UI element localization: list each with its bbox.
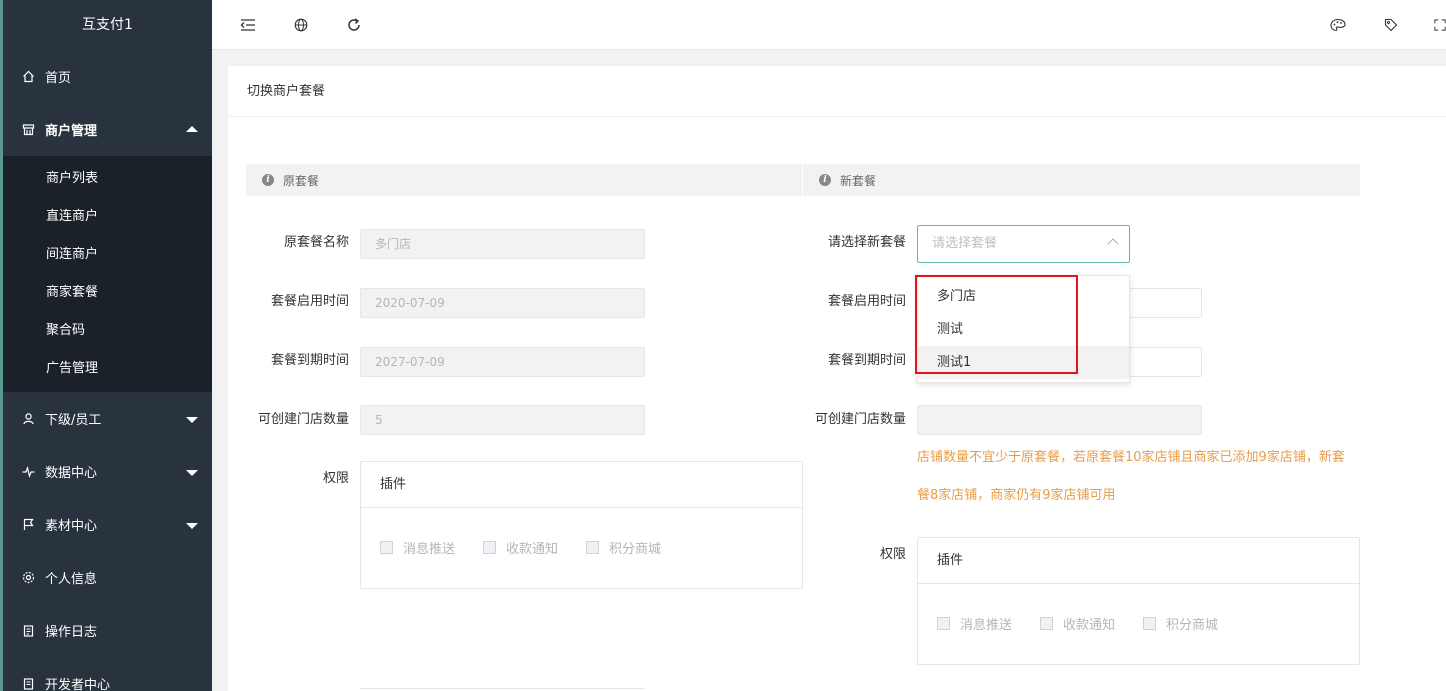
- sidebar-item-ad-management[interactable]: 广告管理: [3, 350, 212, 388]
- card-title: 切换商户套餐: [228, 66, 1446, 117]
- sidebar-item-developer-center[interactable]: 开发者中心: [3, 657, 212, 691]
- user-icon: [21, 412, 35, 426]
- new-plan-start-label: 套餐启用时间: [827, 294, 906, 309]
- stores-tip-line-1: 店铺数量不宜少于原套餐，若原套餐10家店铺且商家已添加9家店铺，新套: [917, 450, 1345, 465]
- checkbox-box[interactable]: [1040, 617, 1054, 630]
- plugin-list: 消息推送 收款通知 积分商城: [918, 584, 1359, 633]
- collapse-menu-icon[interactable]: [239, 16, 257, 34]
- sidebar-item-direct-merchant[interactable]: 直连商户: [3, 198, 212, 236]
- checkbox-label: 消息推送: [960, 618, 1013, 633]
- sidebar-item-label: 首页: [45, 71, 72, 86]
- sidebar-item-data-center[interactable]: 数据中心: [3, 445, 212, 498]
- sidebar-item-merchant-management[interactable]: 商户管理: [3, 103, 212, 156]
- top-bar: [212, 0, 1446, 50]
- chevron-down-icon: [186, 469, 198, 476]
- chevron-down-icon: [186, 416, 198, 423]
- checkbox-points-mall[interactable]: 积分商城: [1143, 614, 1218, 633]
- info-icon: i: [262, 174, 274, 186]
- submenu-merchant: 商户列表 直连商户 间连商户 商家套餐 聚合码 广告管理: [3, 156, 212, 392]
- old-plan-stores-field: 5: [360, 405, 645, 435]
- plugin-header: 插件: [361, 462, 802, 508]
- sidebar-item-label: 操作日志: [45, 625, 98, 640]
- stores-tip-line-2: 餐8家店铺，商家仍有9家店铺可用: [917, 488, 1116, 503]
- section-title: 原套餐: [283, 173, 320, 188]
- old-plan-start-label: 套餐启用时间: [270, 294, 349, 309]
- new-plan-stores-field[interactable]: [917, 405, 1202, 435]
- plugin-header: 插件: [918, 538, 1359, 584]
- checkbox-points-mall: 积分商城: [586, 538, 661, 557]
- new-plan-select-label: 请选择新套餐: [827, 235, 906, 250]
- app-title: 互支付1: [82, 17, 133, 33]
- sidebar: 互支付1 首页 商户管理 商户列表 直连商户 间连商户 商家套餐 聚合码 广告管…: [0, 0, 212, 691]
- tag-icon[interactable]: [1382, 16, 1400, 34]
- gear-icon: [21, 571, 35, 585]
- annotation-highlight-box: [915, 275, 1078, 374]
- checkbox-box: [380, 541, 393, 554]
- new-plan-section-header: i 新套餐: [803, 164, 1360, 196]
- sidebar-item-merchant-list[interactable]: 商户列表: [3, 160, 212, 198]
- chevron-up-icon: [1107, 238, 1119, 250]
- new-plan-select[interactable]: 请选择套餐: [917, 225, 1130, 263]
- sidebar-item-operation-log[interactable]: 操作日志: [3, 604, 212, 657]
- clipboard-icon: [21, 624, 35, 638]
- checkbox-label: 消息推送: [403, 542, 456, 557]
- section-title: 新套餐: [840, 173, 877, 188]
- old-plan-name-label: 原套餐名称: [283, 235, 349, 250]
- checkbox-message-push[interactable]: 消息推送: [937, 614, 1012, 633]
- checkbox-label: 收款通知: [1063, 618, 1116, 633]
- checkbox-label: 积分商城: [1166, 618, 1219, 633]
- sidebar-item-staff[interactable]: 下级/员工: [3, 392, 212, 445]
- sidebar-item-label: 下级/员工: [45, 413, 102, 428]
- new-plan-stores-label: 可创建门店数量: [814, 412, 906, 427]
- sidebar-item-label: 开发者中心: [45, 678, 111, 691]
- theme-palette-icon[interactable]: [1329, 16, 1347, 34]
- shop-icon: [21, 123, 35, 137]
- old-plan-permission-box: 插件 消息推送 收款通知 积分商城: [360, 461, 803, 589]
- checkbox-payment-notice: 收款通知: [483, 538, 558, 557]
- sidebar-item-merchant-plans[interactable]: 商家套餐: [3, 274, 212, 312]
- sidebar-item-material-center[interactable]: 素材中心: [3, 498, 212, 551]
- old-plan-section-header: i 原套餐: [246, 164, 802, 196]
- home-icon: [21, 70, 35, 84]
- chevron-down-icon: [186, 522, 198, 529]
- checkbox-label: 积分商城: [609, 542, 662, 557]
- sidebar-item-label: 数据中心: [45, 466, 98, 481]
- checkbox-payment-notice[interactable]: 收款通知: [1040, 614, 1115, 633]
- old-plan-end-field: 2027-07-09: [360, 347, 645, 377]
- sidebar-item-label: 商户管理: [45, 124, 98, 139]
- checkbox-box: [483, 541, 497, 554]
- old-plan-permission-label: 权限: [322, 471, 349, 486]
- pulse-icon: [21, 465, 35, 479]
- checkbox-box[interactable]: [1143, 617, 1157, 630]
- checkbox-box[interactable]: [937, 617, 950, 630]
- sidebar-item-label: 个人信息: [45, 572, 98, 587]
- checkbox-message-push: 消息推送: [380, 538, 455, 557]
- sidebar-item-label: 广告管理: [46, 361, 99, 376]
- old-plan-start-field: 2020-07-09: [360, 288, 645, 318]
- new-plan-permission-box: 插件 消息推送 收款通知 积分商城: [917, 537, 1360, 665]
- fullscreen-icon[interactable]: [1434, 16, 1446, 34]
- checkbox-box: [586, 541, 600, 554]
- sidebar-item-home[interactable]: 首页: [3, 50, 212, 103]
- sidebar-item-label: 素材中心: [45, 519, 98, 534]
- checkbox-label: 收款通知: [506, 542, 559, 557]
- old-plan-name-field: 多门店: [360, 229, 645, 259]
- clipboard-icon: [21, 677, 35, 691]
- refresh-icon[interactable]: [345, 16, 363, 34]
- sidebar-item-indirect-merchant[interactable]: 间连商户: [3, 236, 212, 274]
- globe-icon[interactable]: [292, 16, 310, 34]
- info-icon: i: [819, 174, 831, 186]
- flag-icon: [21, 518, 35, 532]
- old-plan-end-label: 套餐到期时间: [270, 353, 349, 368]
- select-placeholder: 请选择套餐: [932, 236, 998, 251]
- plugin-list: 消息推送 收款通知 积分商城: [361, 508, 802, 557]
- new-plan-permission-label: 权限: [879, 547, 906, 562]
- chevron-up-icon: [186, 125, 198, 132]
- new-plan-end-label: 套餐到期时间: [827, 353, 906, 368]
- old-plan-stores-label: 可创建门店数量: [257, 412, 349, 427]
- sidebar-item-profile[interactable]: 个人信息: [3, 551, 212, 604]
- sidebar-item-aggregate-code[interactable]: 聚合码: [3, 312, 212, 350]
